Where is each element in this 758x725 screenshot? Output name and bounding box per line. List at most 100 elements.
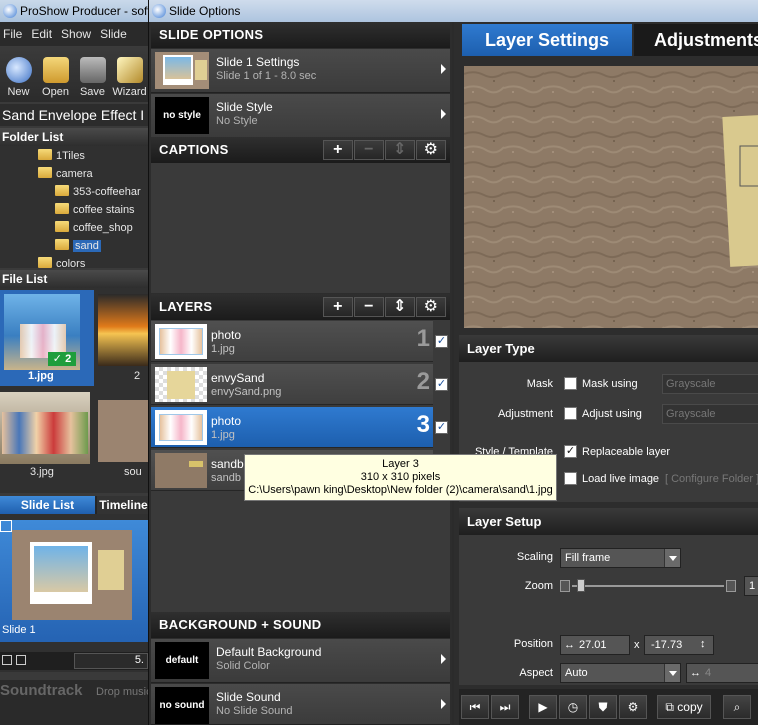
show-name: Sand Envelope Effect I [0, 104, 150, 126]
position-separator: x [634, 639, 640, 651]
folder-tree[interactable]: 1Tiles camera 353-coffeehar coffee stain… [0, 146, 150, 268]
file-list[interactable]: ✓ 2 1.jpg 2 3.jpg sou [0, 288, 150, 493]
menu-edit[interactable]: Edit [28, 27, 58, 41]
scaling-select[interactable]: Fill frame [560, 548, 681, 568]
configure-folder-link[interactable]: [ Configure Folder ] [665, 473, 758, 485]
layer-type-header: Layer Type [459, 335, 758, 362]
layer-row-3[interactable]: photo 1.jpg 3 [151, 407, 433, 448]
tab-adjustments[interactable]: Adjustments [634, 24, 758, 56]
skip-back-icon[interactable]: ⏮ [461, 695, 489, 719]
photo-image [159, 414, 203, 441]
file-thumbnail-sand[interactable] [98, 400, 150, 462]
layers-icon [16, 655, 26, 665]
tree-item-1tiles[interactable]: 1Tiles [38, 147, 85, 165]
tree-item-coffee-stains[interactable]: coffee stains [55, 201, 135, 219]
wizard-button[interactable]: Wizard [111, 46, 148, 102]
slide-settings-subtitle: Slide 1 of 1 - 8.0 sec [216, 70, 317, 82]
wizard-wand-icon [116, 57, 143, 83]
tree-item-coffee-shop[interactable]: coffee_shop [55, 219, 133, 237]
menu-file[interactable]: File [0, 27, 28, 41]
mask-checkbox[interactable] [564, 377, 577, 390]
slide-duration[interactable]: 5. [74, 653, 148, 669]
play-icon[interactable]: ▶ [529, 695, 557, 719]
layer-visible-checkbox-1[interactable]: ✓ [435, 335, 448, 348]
layer-name: sandb [211, 457, 244, 471]
slide-item[interactable]: Slide 1 [0, 520, 150, 642]
timing-clock-icon[interactable]: ◷ [559, 695, 587, 719]
file-thumbnail-sunset[interactable] [98, 294, 150, 366]
main-toolbar: New Open Save Wizard [0, 46, 150, 102]
layer-thumbnail [155, 453, 207, 488]
slide-sound-row[interactable]: no sound Slide Sound No Slide Sound [151, 684, 450, 725]
vertical-arrows-icon[interactable]: ↕ [700, 638, 706, 650]
slide-list[interactable]: Slide 1 5. [0, 514, 150, 672]
envelope-shape [195, 60, 207, 80]
zoom-slider-track[interactable] [572, 585, 724, 587]
captions-list[interactable] [151, 163, 450, 293]
layer-name: photo [211, 414, 242, 428]
file-item-selected[interactable]: ✓ 2 1.jpg [0, 290, 94, 386]
layer-settings-gear-icon[interactable]: ⚙ [416, 297, 446, 317]
replaceable-layer-checkbox[interactable]: ✓ [564, 445, 577, 458]
menu-show[interactable]: Show [58, 27, 97, 41]
layer-number: 1 [416, 325, 430, 352]
background-thumbnail: default [155, 642, 209, 679]
file-thumbnail-kids[interactable] [0, 392, 90, 464]
right-panel: Layer Settings Adjustments Layer Type Ma… [454, 22, 758, 725]
reorder-layer-icon[interactable]: ⇕ [385, 297, 415, 317]
tree-item-label: coffee stains [73, 204, 135, 216]
save-button[interactable]: Save [74, 46, 111, 102]
copy-button[interactable]: ⧉ copy [657, 695, 711, 719]
folder-icon [38, 257, 52, 268]
search-icon[interactable]: ⌕ [723, 695, 751, 719]
zoom-decrease-button[interactable] [560, 580, 570, 592]
tree-item-camera[interactable]: camera [38, 165, 93, 183]
layer-row-2[interactable]: envySand envySand.png 2 [151, 364, 433, 405]
remove-layer-button[interactable]: − [354, 297, 384, 317]
position-x-field[interactable]: ↔ 27.01 [560, 635, 630, 655]
load-live-image-checkbox[interactable] [564, 472, 577, 485]
app-icon [3, 4, 17, 18]
aspect-select[interactable]: Auto [560, 663, 681, 683]
background-row[interactable]: default Default Background Solid Color [151, 639, 450, 683]
skip-forward-icon[interactable]: ⏭ [491, 695, 519, 719]
zoom-slider-handle[interactable] [577, 579, 585, 592]
add-caption-button[interactable]: + [323, 140, 353, 160]
remove-caption-button[interactable]: − [354, 140, 384, 160]
mask-type-select[interactable]: Grayscale [662, 374, 758, 394]
photo-image [165, 57, 191, 79]
layer-preview[interactable] [464, 66, 758, 328]
zoom-increase-button[interactable] [726, 580, 736, 592]
tree-item-sand[interactable]: sand [55, 237, 101, 255]
shield-icon[interactable]: ⛊ [589, 695, 617, 719]
tree-item-coffeehar[interactable]: 353-coffeehar [55, 183, 141, 201]
play-icon[interactable] [2, 655, 12, 665]
layer-visible-checkbox-3[interactable]: ✓ [435, 421, 448, 434]
aspect-width-field[interactable]: ↔ 4 [686, 663, 758, 683]
gear-icon[interactable]: ⚙ [619, 695, 647, 719]
main-window-titlebar[interactable]: ProShow Producer - softw [0, 0, 150, 22]
chevron-right-icon [441, 654, 446, 664]
adjust-checkbox[interactable] [564, 407, 577, 420]
add-layer-button[interactable]: + [323, 297, 353, 317]
new-button[interactable]: New [0, 46, 37, 102]
layer-row-1[interactable]: photo 1.jpg 1 [151, 321, 433, 362]
reorder-caption-icon[interactable]: ⇕ [385, 140, 415, 160]
tree-item-colors[interactable]: colors [38, 255, 85, 268]
soundtrack-track[interactable]: Soundtrack Drop music [0, 680, 150, 725]
menu-slide[interactable]: Slide [97, 27, 133, 41]
caption-settings-gear-icon[interactable]: ⚙ [416, 140, 446, 160]
adjust-type-select[interactable]: Grayscale [662, 404, 758, 424]
slide-style-row[interactable]: no style Slide Style No Style [151, 94, 450, 138]
tab-timeline[interactable]: Timeline [97, 496, 150, 514]
zoom-value-field[interactable]: 1 [744, 576, 758, 596]
slide-settings-row[interactable]: Slide 1 Settings Slide 1 of 1 - 8.0 sec [151, 49, 450, 93]
copy-label: copy [677, 700, 703, 714]
layer-visible-checkbox-2[interactable]: ✓ [435, 378, 448, 391]
open-button[interactable]: Open [37, 46, 74, 102]
tab-layer-settings[interactable]: Layer Settings [462, 24, 632, 56]
dialog-titlebar[interactable]: Slide Options [149, 0, 758, 22]
tab-slide-list[interactable]: Slide List [0, 496, 95, 514]
aspect-value: Auto [565, 667, 588, 679]
slide-link-icon [0, 520, 12, 532]
